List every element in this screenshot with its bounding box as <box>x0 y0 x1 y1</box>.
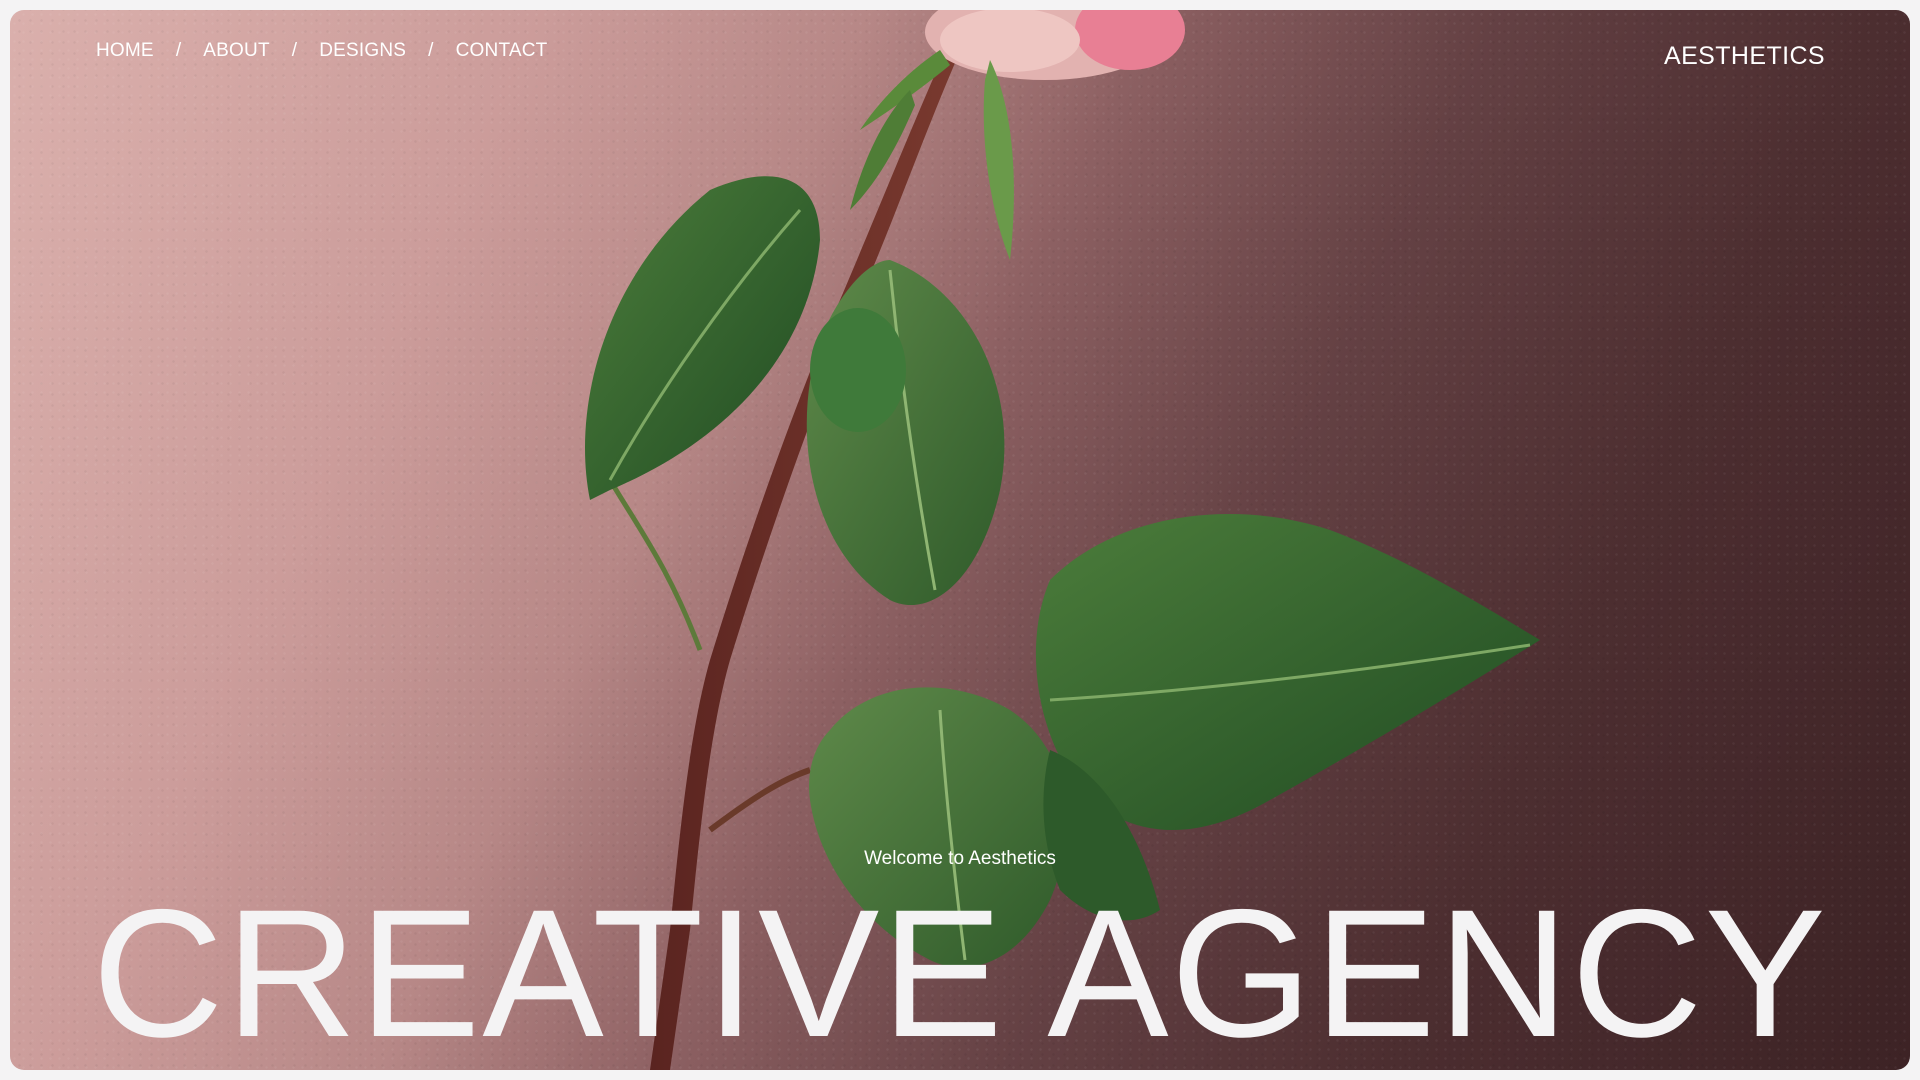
brand-logo[interactable]: AESTHETICS <box>1664 42 1825 71</box>
nav-separator: / <box>175 40 182 61</box>
nav-separator: / <box>291 40 298 61</box>
nav-about-link[interactable]: ABOUT <box>203 40 269 62</box>
main-nav: HOME / ABOUT / DESIGNS / CONTACT <box>96 40 547 62</box>
nav-designs-link[interactable]: DESIGNS <box>319 40 406 62</box>
nav-contact-link[interactable]: CONTACT <box>456 40 548 62</box>
nav-separator: / <box>428 40 434 61</box>
welcome-text: Welcome to Aesthetics <box>864 848 1056 869</box>
hero-headline: CREATIVE AGENCY <box>92 871 1828 1070</box>
leaf-right <box>1035 514 1540 830</box>
nav-home-link[interactable]: HOME <box>96 40 154 62</box>
hero-section: HOME / ABOUT / DESIGNS / CONTACT AESTHET… <box>10 10 1910 1070</box>
leaf-center <box>806 260 1005 606</box>
